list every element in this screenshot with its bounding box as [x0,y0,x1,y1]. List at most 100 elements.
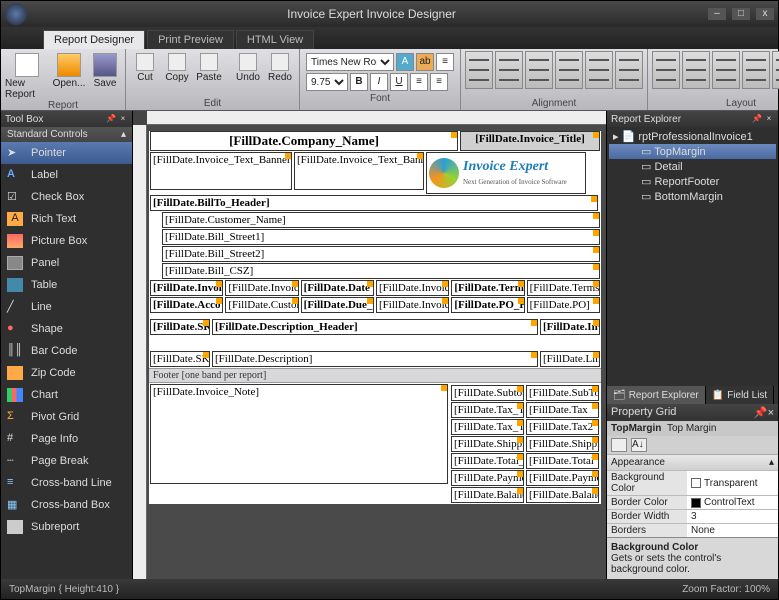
tb-shape[interactable]: ●Shape [1,318,132,340]
toolbox-category[interactable]: Standard Controls▴ [1,127,132,142]
tb-pointer[interactable]: ➤Pointer [1,142,132,164]
field-shipping-r[interactable]: [FillDate.Shipping [526,436,599,452]
panel-pin-icon[interactable]: 📌 [754,407,768,419]
field-tax1-l[interactable]: [FillDate.Tax_Te [451,402,524,418]
field-bill-street1[interactable]: [FillDate.Bill_Street1] [162,229,600,245]
field-banner2[interactable]: [FillDate.Invoice_Text_Banner2] [294,152,424,190]
tb-pivotgrid[interactable]: ΣPivot Grid [1,406,132,428]
field-subtotal-r[interactable]: [FillDate.SubTotal [526,385,599,401]
align-grid-4[interactable] [555,51,583,89]
underline-button[interactable]: U [390,73,408,91]
field-r2-4[interactable]: [FillDate.PO_H [451,297,524,313]
tb-subreport[interactable]: Subreport [1,516,132,538]
prop-categorized-button[interactable] [611,438,627,452]
undo-button[interactable]: Undo [233,51,263,83]
field-total-r[interactable]: [FillDate.Total [526,453,599,469]
font-color-button[interactable]: A [396,53,414,71]
copy-button[interactable]: Copy [162,51,192,83]
horizontal-ruler[interactable] [147,111,606,125]
tab-print-preview[interactable]: Print Preview [147,30,234,49]
field-customer-name[interactable]: [FillDate.Customer_Name] [162,212,600,228]
align-grid-3[interactable] [525,51,553,89]
layout-2[interactable] [682,51,710,89]
prop-bgcolor-v[interactable]: Transparent [687,471,778,495]
tb-panel[interactable]: Panel [1,252,132,274]
panel-pin-icon[interactable]: 📌 [752,114,762,124]
panel-close-icon[interactable]: × [768,407,774,419]
report-page[interactable]: [FillDate.Company_Name] [FillDate.Invoic… [149,131,601,504]
tb-pageinfo[interactable]: #Page Info [1,428,132,450]
tb-label[interactable]: ALabel [1,164,132,186]
field-sku[interactable]: [FillDate.SKU] [150,351,210,367]
prop-alpha-button[interactable]: A↓ [631,438,647,452]
field-invoice-note[interactable]: [FillDate.Invoice_Note] [150,384,448,484]
field-r1-2[interactable]: [FillDate.Date [301,280,374,296]
field-sku-header[interactable]: [FillDate.SKU_ [150,319,210,335]
tree-root[interactable]: ▸ 📄 rptProfessionalInvoice1 [609,129,776,144]
redo-button[interactable]: Redo [265,51,295,83]
tb-richtext[interactable]: ARich Text [1,208,132,230]
field-r1-4[interactable]: [FillDate.Term [451,280,524,296]
close-button[interactable]: x [756,8,774,20]
tb-zipcode[interactable]: Zip Code [1,362,132,384]
field-company-name[interactable]: [FillDate.Company_Name] [150,131,458,151]
align-button-3[interactable]: ≡ [430,73,448,91]
field-r2-0[interactable]: [FillDate.Acco [150,297,223,313]
font-name-select[interactable]: Times New Roman [306,53,394,71]
maximize-button[interactable]: □ [732,8,750,20]
tb-chart[interactable]: Chart [1,384,132,406]
field-r1-3[interactable]: [FillDate.Invoice [376,280,449,296]
field-tax1-r[interactable]: [FillDate.Tax [526,402,599,418]
align-button-1[interactable]: ≡ [436,53,454,71]
prop-selector[interactable]: TopMargin Top Margin [607,421,778,436]
italic-button[interactable]: I [370,73,388,91]
align-grid-2[interactable] [495,51,523,89]
open-button[interactable]: Open... [51,51,87,89]
align-grid-6[interactable] [615,51,643,89]
save-button[interactable]: Save [89,51,121,89]
field-r1-1[interactable]: [FillDate.Invoice [225,280,298,296]
field-desc-header[interactable]: [FillDate.Description_Header] [212,319,538,335]
field-r1-5[interactable]: [FillDate.Terms] [527,280,600,296]
panel-pin-icon[interactable]: 📌 [106,114,116,124]
align-grid-1[interactable] [465,51,493,89]
panel-close-icon[interactable]: × [118,114,128,124]
panel-close-icon[interactable]: × [764,114,774,124]
align-grid-5[interactable] [585,51,613,89]
tb-line[interactable]: ╱Line [1,296,132,318]
field-balance-l[interactable]: [FillDate.Balance [451,487,524,503]
tree-topmargin[interactable]: ▭ TopMargin [609,144,776,159]
bold-button[interactable]: B [350,73,368,91]
layout-5[interactable] [772,51,779,89]
layout-1[interactable] [652,51,680,89]
field-payment-r[interactable]: [FillDate.Payment [526,470,599,486]
tb-crossband-line[interactable]: ≡Cross-band Line [1,472,132,494]
field-payment-l[interactable]: [FillDate.Payment [451,470,524,486]
field-inv-header[interactable]: [FillDate.Invo [540,319,600,335]
logo-box[interactable]: Invoice ExpertNext Generation of Invoice… [426,152,586,194]
field-r2-2[interactable]: [FillDate.Due_ [301,297,374,313]
tb-picturebox[interactable]: Picture Box [1,230,132,252]
design-canvas[interactable]: [FillDate.Company_Name] [FillDate.Invoic… [147,125,606,579]
field-description[interactable]: [FillDate.Description] [212,351,538,367]
field-invoice-title[interactable]: [FillDate.Invoice_Title] [460,131,600,151]
tb-table[interactable]: Table [1,274,132,296]
field-bill-csz[interactable]: [FillDate.Bill_CSZ] [162,263,600,279]
font-size-select[interactable]: 9.75 [306,73,348,91]
tb-checkbox[interactable]: ☑Check Box [1,186,132,208]
footer-band[interactable]: Footer [one band per report] [149,368,601,383]
field-subtotal-l[interactable]: [FillDate.Subtotal [451,385,524,401]
field-r2-5[interactable]: [FillDate.PO] [527,297,600,313]
align-button-2[interactable]: ≡ [410,73,428,91]
prop-borders-v[interactable]: None [687,524,778,537]
tree-detail[interactable]: ▭ Detail [609,159,776,174]
back-color-button[interactable]: ab [416,53,434,71]
tb-crossband-box[interactable]: ▦Cross-band Box [1,494,132,516]
cut-button[interactable]: Cut [130,51,160,83]
field-bill-street2[interactable]: [FillDate.Bill_Street2] [162,246,600,262]
tree-bottommargin[interactable]: ▭ BottomMargin [609,189,776,204]
tb-pagebreak[interactable]: ┄Page Break [1,450,132,472]
tb-barcode[interactable]: ║║Bar Code [1,340,132,362]
tab-report-designer[interactable]: Report Designer [43,30,145,49]
prop-bordercolor-v[interactable]: ControlText [687,496,778,509]
